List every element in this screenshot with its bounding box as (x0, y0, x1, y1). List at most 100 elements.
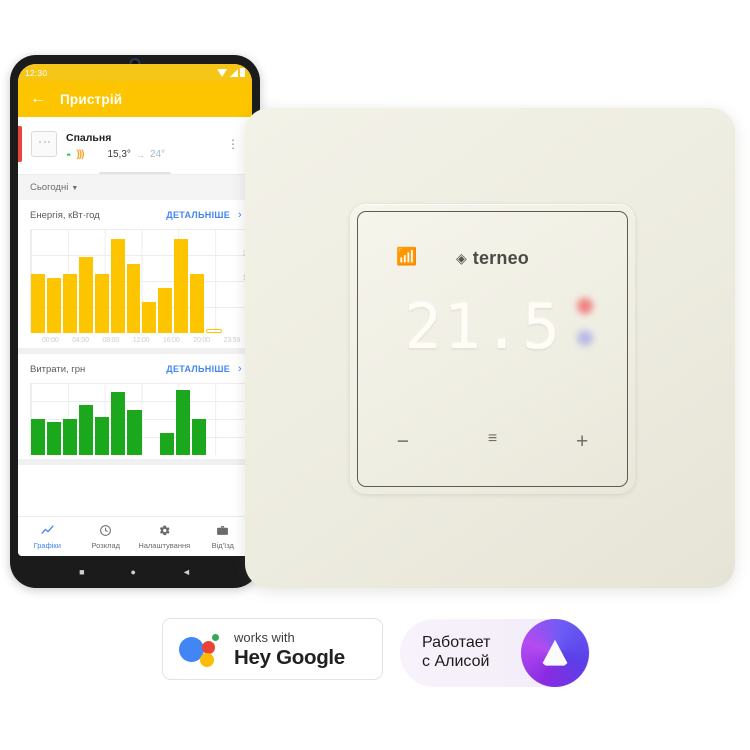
energy-plot: 261780 (30, 229, 252, 333)
bar (174, 239, 189, 333)
energy-chart-header: Енергія, кВт·год ДЕТАЛЬНІШЕ › (18, 209, 252, 221)
app-bar: ← Пристрій (18, 81, 252, 117)
signal-icon (229, 68, 238, 77)
x-axis-tick-label: 23:59 (223, 337, 241, 344)
cost-details-link[interactable]: ДЕТАЛЬНІШЕ › (166, 363, 242, 375)
works-with-alice-badge: Работает с Алисой (400, 619, 590, 687)
circle-icon[interactable]: ● (131, 567, 136, 577)
bar (31, 274, 45, 333)
works-with-hey-google-badge: works with Hey Google (162, 618, 383, 680)
android-system-nav: ■ ● ◄ (18, 556, 252, 588)
thermostat-panel: 📶 ◈ terneo 21.5 − ≡ + (350, 204, 635, 494)
energy-plot-wrap: 261780 00:00 04:00 08:00 12:00 16:00 20:00 23:… (18, 229, 252, 344)
bar (126, 263, 141, 333)
chevron-right-icon: › (238, 209, 242, 221)
nav-item-label: Налаштування (138, 540, 191, 550)
device-name: Спальня (66, 132, 112, 144)
thermostat-touch-buttons: − ≡ + (358, 431, 627, 453)
x-axis-tick-label: 00:00 (42, 337, 59, 344)
thermostat-brand: ◈ terneo (456, 248, 529, 269)
chart-line-icon (18, 524, 77, 540)
bar (110, 239, 125, 333)
bar (111, 391, 126, 455)
google-assistant-dots-icon (179, 632, 221, 667)
nav-item-налаштування[interactable]: Налаштування (135, 524, 194, 550)
clock-icon (77, 524, 136, 540)
cost-chart-title: Витрати, грн (30, 363, 86, 375)
alice-badge-text: Работает с Алисой (422, 634, 491, 672)
wifi-icon (217, 68, 227, 77)
google-badge-text: works with Hey Google (234, 630, 345, 669)
led-blue-indicator (577, 330, 593, 346)
back-triangle-icon[interactable]: ◄ (182, 567, 191, 577)
alice-logo-inner (541, 639, 569, 666)
nav-item-label: Графіки (33, 540, 61, 550)
bar (79, 405, 94, 455)
current-temperature: 15,3° (107, 149, 131, 160)
heating-waves-icon: ))) (76, 149, 84, 160)
menu-lines-icon[interactable]: ≡ (448, 431, 538, 452)
phone-mockup: 12:30 ← Пристрій Спальня ◓ ))) 15,3° → 2… (10, 55, 260, 588)
cost-plot: 321 (30, 383, 252, 455)
google-badge-line1: works with (234, 629, 295, 645)
brand-name: terneo (472, 248, 529, 268)
cost-chart-card: Витрати, грн ДЕТАЛЬНІШЕ › 321 (18, 354, 252, 465)
screenshot-stage: 12:30 ← Пристрій Спальня ◓ ))) 15,3° → 2… (0, 0, 750, 750)
page-title: Пристрій (60, 91, 123, 107)
device-temperatures: 15,3° → 24° (107, 149, 165, 160)
x-axis-tick-label: 20:00 (193, 337, 210, 344)
device-status-stripe (18, 126, 22, 162)
arrow-icon: → (135, 149, 145, 160)
bar (191, 419, 206, 455)
thermostat-device: 📶 ◈ terneo 21.5 − ≡ + (245, 108, 735, 588)
nav-item-від'їзд[interactable]: Від'їзд (194, 524, 253, 550)
x-axis-tick-label: 16:00 (163, 337, 180, 344)
battery-icon (240, 68, 245, 77)
google-badge-line2: Hey Google (234, 645, 345, 669)
nav-item-графіки[interactable]: Графіки (18, 524, 77, 550)
x-axis-tick-label: 04:00 (72, 337, 89, 344)
bar (95, 417, 110, 455)
back-arrow-icon[interactable]: ← (30, 91, 46, 107)
bar (31, 419, 46, 455)
x-axis-tick-label: 12:00 (132, 337, 150, 344)
device-card[interactable]: Спальня ◓ ))) 15,3° → 24° ⋮ (18, 117, 252, 168)
chevron-right-icon: › (238, 363, 242, 375)
phone-screen: 12:30 ← Пристрій Спальня ◓ ))) 15,3° → 2… (18, 64, 252, 556)
plus-icon[interactable]: + (537, 431, 627, 452)
status-bar-icons (217, 68, 245, 77)
nav-item-label: Розклад (91, 540, 121, 550)
gear-icon (135, 524, 194, 540)
bar (206, 329, 223, 333)
cost-bars (31, 383, 252, 455)
yandex-alice-icon (521, 619, 589, 687)
minus-icon[interactable]: − (358, 431, 448, 452)
device-info: Спальня ◓ ))) 15,3° → 24° (66, 128, 224, 160)
bar (46, 277, 61, 333)
square-icon[interactable]: ■ (79, 567, 84, 577)
cost-details-label: ДЕТАЛЬНІШЕ (166, 364, 231, 374)
period-filter[interactable]: Сьогодні ▼ (18, 174, 252, 200)
briefcase-icon (194, 524, 253, 540)
bar (63, 419, 78, 455)
kebab-menu-icon[interactable]: ⋮ (224, 138, 242, 150)
bar (158, 287, 173, 333)
bar (159, 432, 174, 455)
device-thumbnail (31, 131, 57, 157)
thermostat-face: 📶 ◈ terneo 21.5 − ≡ + (357, 211, 628, 487)
energy-chart-card: Енергія, кВт·год ДЕТАЛЬНІШЕ › 261780 00:… (18, 200, 252, 354)
nav-item-розклад[interactable]: Розклад (77, 524, 136, 550)
bar (142, 301, 157, 333)
bar (62, 274, 77, 333)
device-status-row: ◓ ))) 15,3° → 24° (66, 149, 224, 160)
bar (47, 422, 62, 455)
nav-item-label: Від'їзд (211, 540, 234, 550)
terneo-swirl-icon: ◈ (456, 250, 467, 266)
temperature-display: 21.5 (404, 290, 562, 363)
bar (78, 256, 93, 333)
status-bar: 12:30 (18, 64, 252, 81)
energy-chart-title: Енергія, кВт·год (30, 209, 100, 221)
x-axis-tick-label: 08:00 (102, 337, 120, 344)
energy-details-label: ДЕТАЛЬНІШЕ (166, 210, 231, 220)
energy-details-link[interactable]: ДЕТАЛЬНІШЕ › (166, 209, 242, 221)
